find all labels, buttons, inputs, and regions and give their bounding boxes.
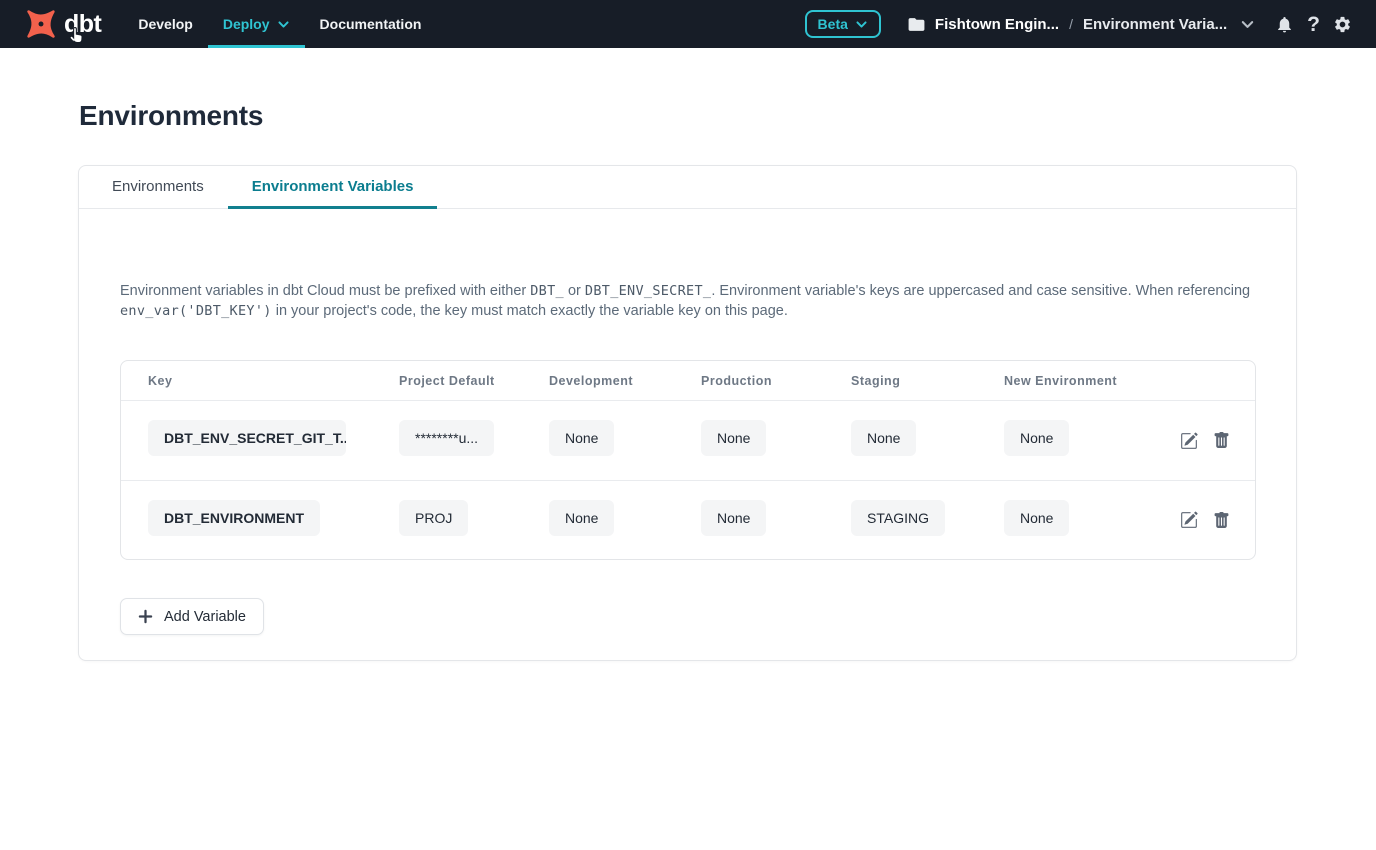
bell-icon [1275, 15, 1294, 34]
trash-icon [1213, 432, 1230, 449]
nav-item-label: Deploy [223, 16, 270, 32]
dbt-cloud-app: dbt Develop Deploy Documentation Beta Fi… [0, 0, 1376, 850]
edit-icon [1180, 432, 1198, 450]
edit-icon [1180, 511, 1198, 529]
tab-environments[interactable]: Environments [88, 166, 228, 209]
logo-wordmark: dbt [64, 10, 101, 39]
folder-icon [907, 15, 926, 34]
navbar-icon-group: ? [1275, 14, 1352, 35]
breadcrumb-account: Fishtown Engin... [935, 16, 1059, 33]
description-code: env_var('DBT_KEY') [120, 303, 272, 319]
delete-variable-button[interactable] [1213, 512, 1230, 529]
description-code: DBT_ENV_SECRET_ [585, 283, 711, 299]
column-header-key: Key [121, 374, 399, 388]
beta-label: Beta [818, 16, 848, 32]
env-var-key-value: DBT_ENV_SECRET_GIT_T... [148, 420, 346, 456]
beta-dropdown-button[interactable]: Beta [805, 10, 881, 38]
development-value: None [549, 500, 614, 536]
edit-variable-button[interactable] [1180, 511, 1198, 529]
nav-item-documentation[interactable]: Documentation [305, 0, 437, 48]
dbt-logo[interactable]: dbt [22, 0, 101, 48]
description-text: Environment variables in dbt Cloud must … [120, 283, 530, 299]
development-value: None [549, 420, 614, 456]
column-header-project-default: Project Default [399, 374, 549, 388]
project-default-value: PROJ [399, 500, 468, 536]
top-navbar: dbt Develop Deploy Documentation Beta Fi… [0, 0, 1376, 48]
gear-icon [1333, 15, 1352, 34]
tab-label: Environment Variables [252, 178, 414, 195]
column-header-new-environment: New Environment [1004, 374, 1164, 388]
help-button[interactable]: ? [1307, 14, 1320, 35]
column-header-development: Development [549, 374, 701, 388]
production-value: None [701, 500, 766, 536]
environments-card: Environments Environment Variables Envir… [78, 165, 1297, 661]
production-value: None [701, 420, 766, 456]
chevron-down-icon [1240, 17, 1255, 32]
notifications-button[interactable] [1275, 15, 1294, 34]
new-environment-value: None [1004, 500, 1069, 536]
column-header-production: Production [701, 374, 851, 388]
environment-variables-table: Key Project Default Development Producti… [120, 360, 1256, 560]
help-question-icon: ? [1307, 14, 1320, 35]
tab-panel-environment-variables: Environment variables in dbt Cloud must … [79, 209, 1296, 660]
delete-variable-button[interactable] [1213, 432, 1230, 449]
project-default-value: ********u... [399, 420, 494, 456]
plus-icon [138, 609, 153, 624]
navbar-right: Beta Fishtown Engin... / Environment Var… [805, 0, 1352, 48]
env-var-description: Environment variables in dbt Cloud must … [120, 281, 1256, 321]
trash-icon [1213, 512, 1230, 529]
breadcrumb[interactable]: Fishtown Engin... / Environment Varia... [907, 15, 1255, 34]
nav-item-label: Develop [138, 16, 192, 32]
description-code: DBT_ [530, 283, 564, 299]
staging-value: None [851, 420, 916, 456]
edit-variable-button[interactable] [1180, 432, 1198, 450]
nav-item-label: Documentation [320, 16, 422, 32]
primary-nav: Develop Deploy Documentation [123, 0, 436, 48]
tab-bar: Environments Environment Variables [79, 166, 1296, 209]
add-variable-button[interactable]: Add Variable [120, 598, 264, 635]
description-text: in your project's code, the key must mat… [272, 303, 788, 319]
description-text: or [564, 283, 585, 299]
main-content: Environments Environments Environment Va… [0, 100, 1376, 661]
description-text: . Environment variable's keys are upperc… [711, 283, 1250, 299]
tab-environment-variables[interactable]: Environment Variables [228, 166, 438, 209]
env-var-key-value: DBT_ENVIRONMENT [148, 500, 320, 536]
chevron-down-icon [277, 18, 290, 31]
table-row: DBT_ENVIRONMENT PROJ None None STAGING N… [121, 480, 1255, 559]
tab-label: Environments [112, 178, 204, 195]
breadcrumb-separator: / [1069, 16, 1073, 32]
column-header-staging: Staging [851, 374, 1004, 388]
staging-value: STAGING [851, 500, 945, 536]
table-row: DBT_ENV_SECRET_GIT_T... ********u... Non… [121, 401, 1255, 480]
table-header-row: Key Project Default Development Producti… [121, 361, 1255, 401]
breadcrumb-page: Environment Varia... [1083, 16, 1227, 33]
nav-item-deploy[interactable]: Deploy [208, 0, 305, 48]
new-environment-value: None [1004, 420, 1069, 456]
add-variable-label: Add Variable [164, 609, 246, 625]
chevron-down-icon [855, 18, 868, 31]
nav-item-develop[interactable]: Develop [123, 0, 207, 48]
settings-button[interactable] [1333, 15, 1352, 34]
page-title: Environments [79, 100, 1376, 132]
dbt-logo-icon [22, 5, 60, 43]
